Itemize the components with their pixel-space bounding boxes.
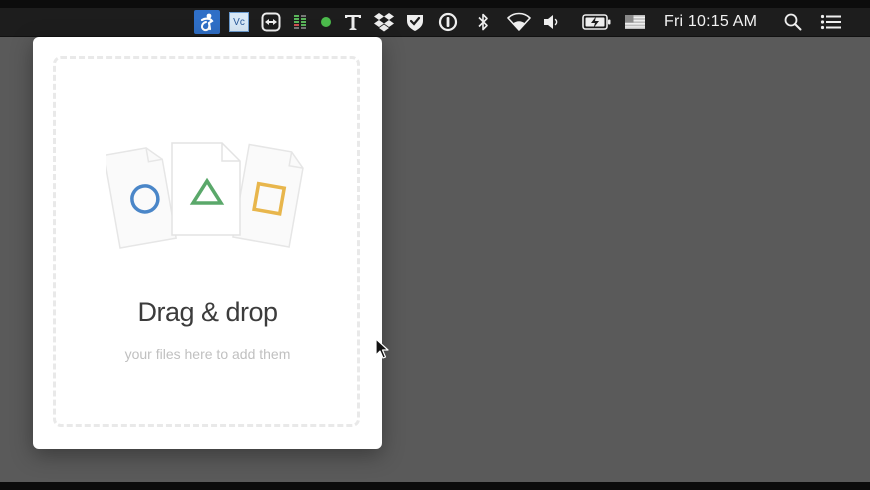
bluetooth-icon[interactable]	[472, 10, 494, 34]
typeface-t-icon[interactable]	[342, 10, 364, 34]
vc-app-icon[interactable]: Vc	[227, 10, 251, 34]
drop-zone-title: Drag & drop	[137, 297, 278, 327]
volume-icon[interactable]	[540, 10, 562, 34]
status-dot-icon[interactable]	[318, 10, 334, 34]
mouse-cursor-icon	[375, 338, 389, 365]
menu-bar: Vc Fri 10:15 AM	[0, 8, 870, 36]
wifi-icon[interactable]	[505, 10, 533, 34]
drop-zone-subtitle: your files here to add them	[124, 346, 291, 362]
files-illustration	[102, 139, 306, 254]
accessibility-app-icon[interactable]	[194, 10, 220, 34]
shield-check-icon[interactable]	[404, 10, 426, 34]
teamviewer-icon[interactable]	[259, 10, 283, 34]
menu-bar-clock[interactable]: Fri 10:15 AM	[664, 11, 757, 33]
dropbox-icon[interactable]	[372, 10, 396, 34]
power-ring-icon[interactable]	[436, 10, 460, 34]
activity-monitor-icon[interactable]	[291, 10, 313, 34]
screen-top-edge	[0, 0, 870, 8]
file-circle-icon	[102, 147, 178, 249]
battery-charging-icon[interactable]	[581, 10, 613, 34]
vc-app-label: Vc	[233, 16, 245, 28]
us-flag-input-icon[interactable]	[624, 10, 646, 34]
spotlight-search-icon[interactable]	[781, 10, 805, 34]
file-triangle-icon	[171, 142, 241, 236]
upload-popover: Drag & drop your files here to add them	[33, 37, 382, 449]
notification-center-icon[interactable]	[818, 10, 844, 34]
file-square-icon	[232, 143, 304, 248]
screen-bottom-edge	[0, 482, 870, 490]
